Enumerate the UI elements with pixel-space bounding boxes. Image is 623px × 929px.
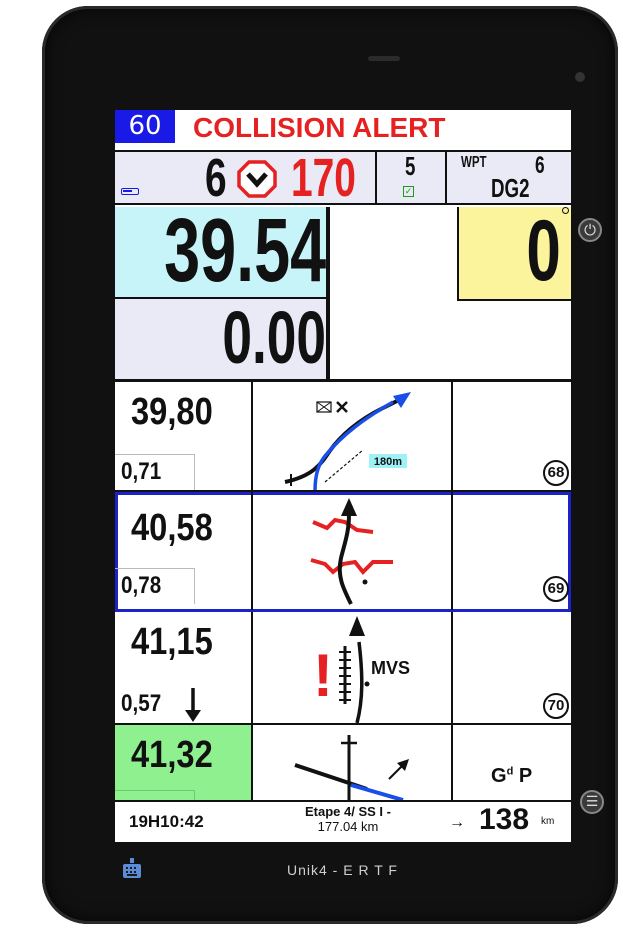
roadbook-number: 69 [543,576,569,602]
roadbook-number: 68 [543,460,569,486]
roadbook-drawing: ! MVS [253,612,453,724]
app-screen: 60 COLLISION ALERT 6 170 5 ✓ WPT 6 DG2 3… [115,110,571,842]
roadbook-distance: 41,15 [131,621,213,663]
wpt-name: DG2 [491,173,530,203]
roadbook-distance: 40,58 [131,507,213,549]
partial-distance-value: 0.00 [222,296,326,379]
total-distance-box[interactable]: 39.54 [115,201,330,301]
roadbook-distance-cell: 39,80 0,71 [115,382,253,490]
stage-info: Etape 4/ SS I - 177.04 km [293,804,403,834]
tulip-drawing [294,735,409,802]
footer-bar: 19H10:42 Etape 4/ SS I - 177.04 km → 138… [115,800,571,842]
device-brand: Unik4 - E R T F [287,862,398,878]
collision-alert-title: COLLISION ALERT [193,112,446,143]
front-camera [575,72,585,82]
roadbook-partial-distance: 0,71 [115,454,195,490]
gps-satellites-cell: 5 ✓ [375,151,447,203]
roadbook-note-cell: Gd P [455,725,571,800]
satellite-count: 5 [405,151,416,181]
roadbook-note-cell: 69 [455,492,571,610]
status-bar: 6 170 5 ✓ WPT 6 DG2 [115,148,571,208]
chevron-octagon-warning-icon [237,160,277,198]
roadbook-note-text: Gd P [491,765,533,787]
arrow-down-icon [185,688,201,722]
collision-count: 6 [205,148,227,208]
km-remaining: 138 [479,803,530,836]
degree-symbol [562,207,569,214]
roadbook-distance-cell: 41,32 [115,725,253,800]
battery-low-icon [121,188,139,195]
km-unit: km [541,816,555,827]
roadbook-partial-distance [115,790,195,800]
heading-box[interactable]: 0 [457,203,571,301]
speaker-grille [368,56,400,61]
roadbook-note-cell: 70 [455,612,571,723]
tulip-drawing [310,498,393,605]
envelope-icon [316,401,332,413]
arrow-right-icon: → [449,814,465,831]
roadbook-row[interactable]: 41,15 0,57 ! MVS 70 [115,612,571,725]
roadbook-distance-cell: 40,58 0,78 [115,492,253,610]
blank-panel [330,207,457,379]
mvs-label: MVS [371,658,410,678]
speed-limit-badge: 60 [115,110,175,143]
roadbook-distance: 39,80 [131,391,213,433]
roadbook-number: 70 [543,693,569,719]
keyboard-icon[interactable] [122,858,142,880]
stage-distance: 177.04 km [317,819,379,834]
roadbook-note-cell: 68 [455,382,571,490]
heading-value: 0 [526,203,561,299]
menu-icon[interactable]: ☰ [580,790,604,814]
roadbook-row-active[interactable]: 40,58 0,78 69 [115,492,571,612]
roadbook-distance: 41,32 [131,734,213,776]
tulip-drawing: ! MVS [313,616,410,724]
roadbook-drawing [253,725,453,802]
wpt-label: WPT [461,154,487,171]
danger-mark: ! [313,642,333,709]
tulip-drawing: 180m [284,392,411,493]
power-icon[interactable]: ⏻ [578,218,602,242]
stage-name: Etape 4/ SS I - [305,804,391,819]
check-icon: ✓ [403,186,414,197]
total-distance-value: 39.54 [163,201,326,301]
roadbook-drawing [253,492,453,610]
distance-label: 180m [374,456,402,468]
roadbook-drawing: 180m [253,382,453,493]
clock: 19H10:42 [129,812,204,831]
roadbook-partial-distance: 0,78 [115,568,195,604]
partial-distance-box[interactable]: 0.00 [115,296,330,379]
collision-speed: 170 [291,148,356,208]
roadbook-distance-cell: 41,15 0,57 [115,612,253,723]
roadbook-row[interactable]: 39,80 0,71 180m 68 [115,382,571,493]
roadbook-row-next[interactable]: 41,32 Gd P [115,725,571,802]
